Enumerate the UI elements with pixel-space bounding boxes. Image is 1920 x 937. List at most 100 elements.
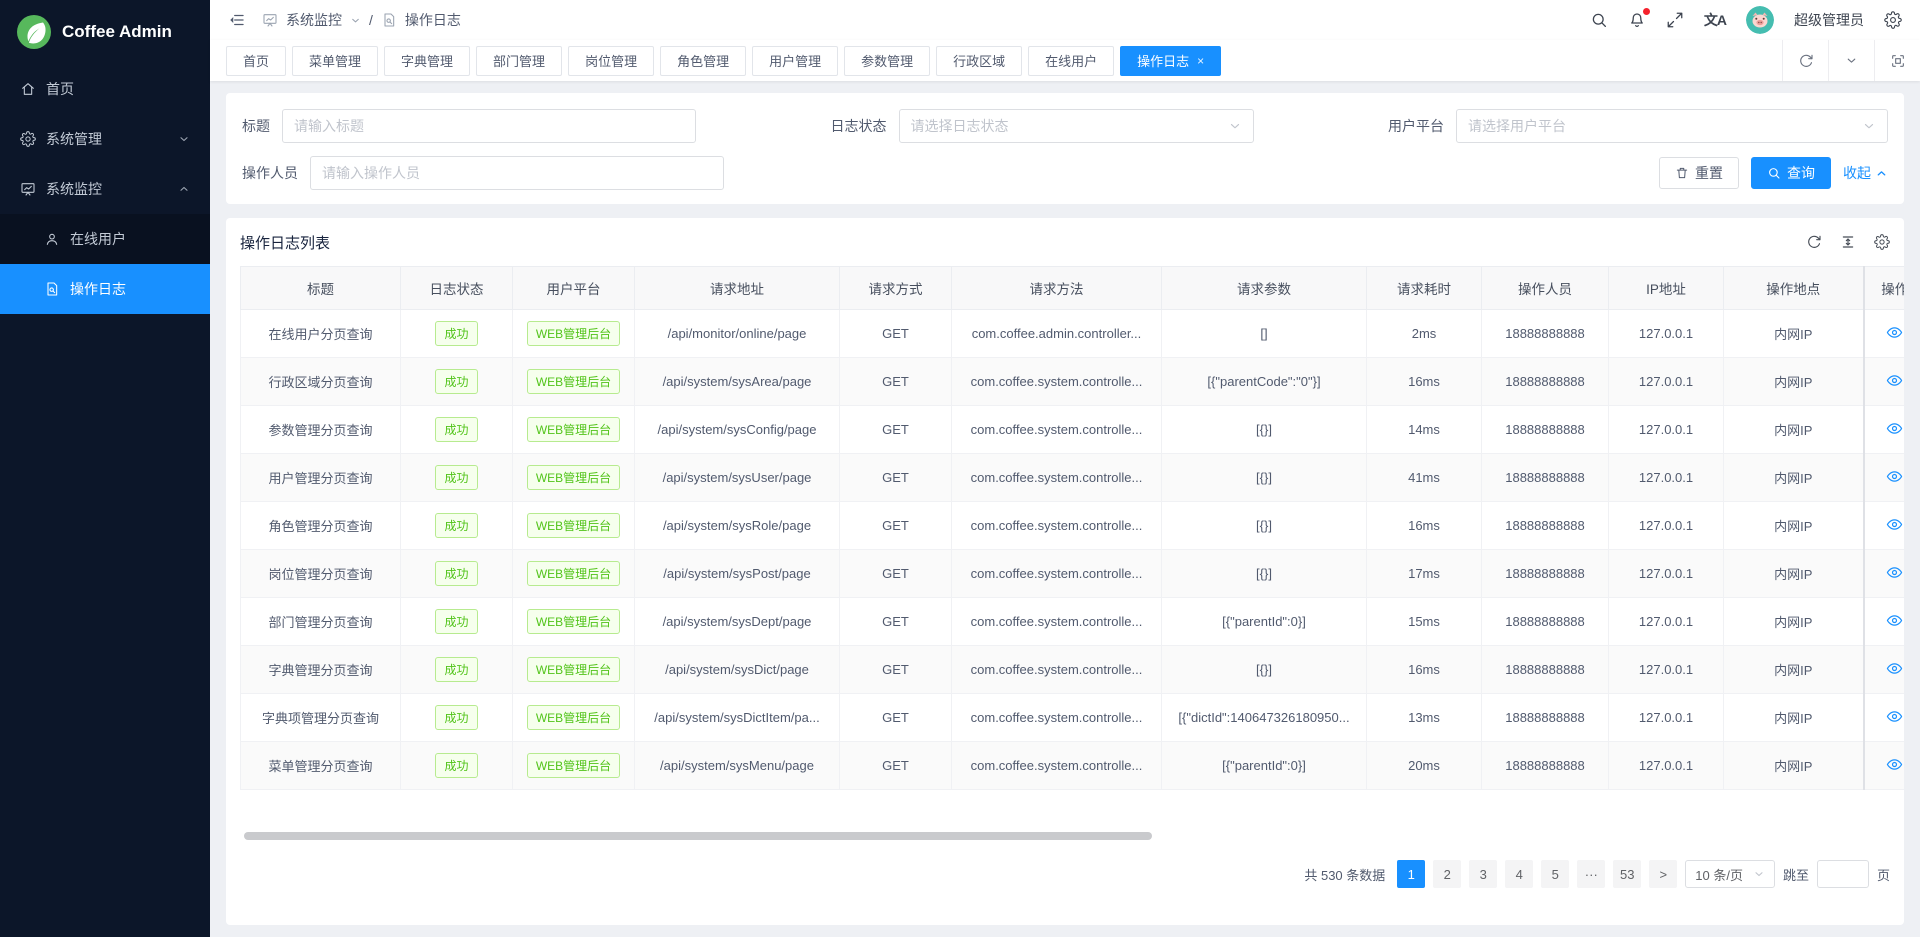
page-button-1[interactable]: 1 bbox=[1397, 860, 1425, 888]
cell-title: 行政区域分页查询 bbox=[241, 358, 401, 406]
cell-duration: 2ms bbox=[1367, 310, 1482, 358]
refresh-table-icon[interactable] bbox=[1806, 234, 1822, 250]
cell-platform: WEB管理后台 bbox=[513, 598, 635, 646]
cell-handler: com.coffee.system.controlle... bbox=[952, 694, 1162, 742]
column-header: 标题 bbox=[241, 267, 401, 310]
cell-title: 在线用户分页查询 bbox=[241, 310, 401, 358]
cell-ip: 127.0.0.1 bbox=[1609, 406, 1724, 454]
current-user-name[interactable]: 超级管理员 bbox=[1794, 10, 1864, 30]
breadcrumb-section[interactable]: 系统监控 bbox=[286, 10, 342, 30]
sidebar-item-system-management[interactable]: 系统管理 bbox=[0, 114, 210, 164]
view-detail-icon[interactable] bbox=[1886, 516, 1903, 533]
tab-9[interactable]: 在线用户 bbox=[1028, 46, 1114, 76]
search-icon[interactable] bbox=[1590, 11, 1608, 29]
collapse-filters-link[interactable]: 收起 bbox=[1843, 163, 1888, 183]
chevron-down-icon[interactable] bbox=[350, 15, 361, 26]
page-size-select[interactable]: 10 条/页 bbox=[1685, 860, 1775, 888]
view-detail-icon[interactable] bbox=[1886, 420, 1903, 437]
doc-search-icon bbox=[381, 12, 397, 28]
jump-page-input[interactable] bbox=[1817, 860, 1869, 888]
tab-active[interactable]: 操作日志× bbox=[1120, 46, 1221, 76]
page-button-4[interactable]: 4 bbox=[1505, 860, 1533, 888]
user-platform-select[interactable]: 请选择用户平台 bbox=[1456, 109, 1888, 143]
table-row: 部门管理分页查询成功WEB管理后台/api/system/sysDept/pag… bbox=[241, 598, 1905, 646]
tab-options-button[interactable] bbox=[1828, 40, 1874, 81]
chevron-down-icon bbox=[1228, 119, 1242, 133]
maximize-content-button[interactable] bbox=[1874, 40, 1920, 81]
view-detail-icon[interactable] bbox=[1886, 564, 1903, 581]
title-input[interactable] bbox=[294, 118, 684, 134]
operator-input[interactable] bbox=[322, 165, 712, 181]
sidebar-item-operation-log[interactable]: 操作日志 bbox=[0, 264, 210, 314]
monitor-icon bbox=[262, 12, 278, 28]
search-button[interactable]: 查询 bbox=[1751, 157, 1831, 189]
cell-url: /api/system/sysDict/page bbox=[635, 646, 840, 694]
status-badge: 成功 bbox=[435, 417, 477, 442]
page-button-5[interactable]: 5 bbox=[1541, 860, 1569, 888]
view-detail-icon[interactable] bbox=[1886, 756, 1903, 773]
collapse-sidebar-icon[interactable] bbox=[228, 11, 246, 29]
cell-method: GET bbox=[840, 646, 952, 694]
sidebar-item-system-monitor[interactable]: 系统监控 bbox=[0, 164, 210, 214]
view-detail-icon[interactable] bbox=[1886, 708, 1903, 725]
cell-handler: com.coffee.system.controlle... bbox=[952, 406, 1162, 454]
sidebar-item-home[interactable]: 首页 bbox=[0, 64, 210, 114]
avatar[interactable] bbox=[1746, 6, 1774, 34]
tab-bar: 首页菜单管理字典管理部门管理岗位管理角色管理用户管理参数管理行政区域在线用户操作… bbox=[210, 40, 1920, 81]
log-status-select[interactable]: 请选择日志状态 bbox=[899, 109, 1254, 143]
horizontal-scrollbar-thumb[interactable] bbox=[244, 832, 1152, 840]
reset-button[interactable]: 重置 bbox=[1659, 157, 1739, 189]
app-window: Coffee Admin 首页 系统管理 系统监控 在线用户 bbox=[0, 0, 1920, 937]
column-header: 操作 bbox=[1864, 267, 1905, 310]
cell-handler: com.coffee.system.controlle... bbox=[952, 502, 1162, 550]
tab-8[interactable]: 行政区域 bbox=[936, 46, 1022, 76]
page-button-53[interactable]: 53 bbox=[1613, 860, 1641, 888]
refresh-tab-button[interactable] bbox=[1782, 40, 1828, 81]
cell-status: 成功 bbox=[401, 694, 513, 742]
notifications-button[interactable] bbox=[1628, 11, 1646, 29]
app-logo[interactable]: Coffee Admin bbox=[0, 0, 210, 64]
column-settings-icon[interactable] bbox=[1874, 234, 1890, 250]
tab-5[interactable]: 角色管理 bbox=[660, 46, 746, 76]
view-detail-icon[interactable] bbox=[1886, 324, 1903, 341]
tab-close-icon[interactable]: × bbox=[1197, 54, 1204, 68]
cell-platform: WEB管理后台 bbox=[513, 550, 635, 598]
refresh-icon bbox=[1798, 53, 1814, 69]
view-detail-icon[interactable] bbox=[1886, 660, 1903, 677]
tab-4[interactable]: 岗位管理 bbox=[568, 46, 654, 76]
tab-0[interactable]: 首页 bbox=[226, 46, 286, 76]
page-ellipsis[interactable]: ··· bbox=[1577, 860, 1605, 888]
cell-params: [{"parentCode":"0"}] bbox=[1162, 358, 1367, 406]
sidebar-item-online-users[interactable]: 在线用户 bbox=[0, 214, 210, 264]
tab-1[interactable]: 菜单管理 bbox=[292, 46, 378, 76]
fullscreen-icon[interactable] bbox=[1666, 11, 1684, 29]
page-button-2[interactable]: 2 bbox=[1433, 860, 1461, 888]
cell-duration: 13ms bbox=[1367, 694, 1482, 742]
cell-url: /api/system/sysUser/page bbox=[635, 454, 840, 502]
tab-6[interactable]: 用户管理 bbox=[752, 46, 838, 76]
page-button-3[interactable]: 3 bbox=[1469, 860, 1497, 888]
leaf-logo-icon bbox=[16, 14, 52, 50]
cell-platform: WEB管理后台 bbox=[513, 742, 635, 790]
cell-location: 内网IP bbox=[1724, 742, 1864, 790]
table-row: 在线用户分页查询成功WEB管理后台/api/monitor/online/pag… bbox=[241, 310, 1905, 358]
cell-platform: WEB管理后台 bbox=[513, 406, 635, 454]
row-density-icon[interactable] bbox=[1840, 234, 1856, 250]
cell-handler: com.coffee.admin.controller... bbox=[952, 310, 1162, 358]
cell-status: 成功 bbox=[401, 598, 513, 646]
tab-2[interactable]: 字典管理 bbox=[384, 46, 470, 76]
cell-title: 角色管理分页查询 bbox=[241, 502, 401, 550]
language-switch-icon[interactable]: 文A bbox=[1704, 10, 1726, 30]
cell-ip: 127.0.0.1 bbox=[1609, 550, 1724, 598]
tab-7[interactable]: 参数管理 bbox=[844, 46, 930, 76]
view-detail-icon[interactable] bbox=[1886, 372, 1903, 389]
view-detail-icon[interactable] bbox=[1886, 612, 1903, 629]
pagination: 共 530 条数据 12345···53 > 10 条/页 跳至 页 bbox=[240, 860, 1890, 900]
cell-handler: com.coffee.system.controlle... bbox=[952, 358, 1162, 406]
next-page-button[interactable]: > bbox=[1649, 860, 1677, 888]
view-detail-icon[interactable] bbox=[1886, 468, 1903, 485]
cell-duration: 20ms bbox=[1367, 742, 1482, 790]
tab-3[interactable]: 部门管理 bbox=[476, 46, 562, 76]
cell-operator: 18888888888 bbox=[1482, 454, 1609, 502]
settings-gear-icon[interactable] bbox=[1884, 11, 1902, 29]
